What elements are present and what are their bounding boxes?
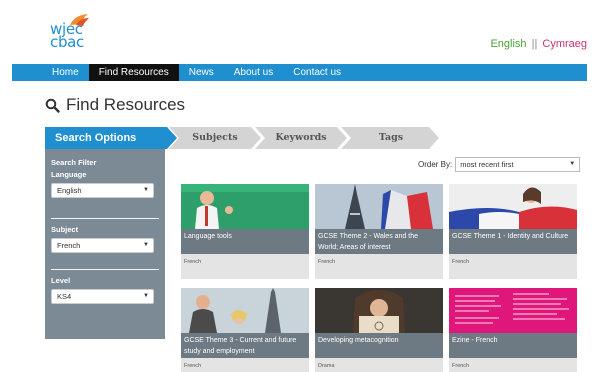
resource-card[interactable]: Developing metacognition Drama	[315, 288, 443, 372]
card-subject: French	[181, 358, 309, 372]
step-subjects[interactable]: Subjects	[169, 127, 261, 149]
order-by: Order By: most recent first ▼	[418, 157, 581, 172]
card-thumbnail	[315, 184, 443, 229]
nav-home[interactable]: Home	[42, 64, 89, 81]
card-thumbnail	[181, 184, 309, 229]
card-thumbnail	[181, 288, 309, 333]
card-title: Ezine - French	[449, 333, 577, 358]
step-keywords[interactable]: Keywords	[255, 127, 347, 149]
nav-news[interactable]: News	[179, 64, 224, 81]
level-label: Level	[51, 276, 71, 285]
card-thumbnail	[449, 184, 577, 229]
card-title: Developing metacognition	[315, 333, 443, 358]
chevron-down-icon: ▼	[143, 242, 149, 248]
chevron-down-icon: ▼	[143, 293, 149, 299]
card-thumbnail	[449, 288, 577, 333]
search-steps: Search Options Subjects Keywords Tags	[45, 127, 445, 149]
card-title: Language tools	[181, 229, 309, 254]
card-title: GCSE Theme 2 - Wales and the World; Area…	[315, 229, 443, 254]
card-subject: French	[449, 358, 577, 372]
subject-select-value: French	[57, 241, 81, 250]
resource-card[interactable]: Language tools French	[181, 184, 309, 279]
level-select-value: KS4	[57, 292, 72, 301]
card-subject: French	[449, 254, 577, 279]
language-label: Language	[51, 170, 87, 179]
resource-card[interactable]: GCSE Theme 2 - Wales and the World; Area…	[315, 184, 443, 279]
chevron-down-icon: ▼	[569, 161, 576, 167]
resource-card[interactable]: GCSE Theme 3 - Current and future study …	[181, 288, 309, 372]
step-tags[interactable]: Tags	[341, 127, 439, 149]
page: wjec cbac English || Cymraeg Home Find R…	[0, 0, 599, 372]
card-thumbnail	[315, 288, 443, 333]
nav-about-us[interactable]: About us	[224, 64, 283, 81]
main-nav: Home Find Resources News About us Contac…	[12, 64, 587, 81]
card-title: GCSE Theme 1 - Identity and Culture	[449, 229, 577, 254]
step-search-options[interactable]: Search Options	[45, 127, 177, 149]
subject-label: Subject	[51, 225, 79, 234]
card-subject: Drama	[315, 358, 443, 372]
order-by-value: most recent first	[460, 160, 514, 169]
language-switch: English || Cymraeg	[490, 38, 587, 50]
order-by-select[interactable]: most recent first ▼	[455, 157, 581, 172]
logo-line-2: cbac	[50, 33, 85, 51]
welsh-link[interactable]: Cymraeg	[542, 38, 587, 50]
nav-contact-us[interactable]: Contact us	[283, 64, 351, 81]
card-title: GCSE Theme 3 - Current and future study …	[181, 333, 309, 358]
language-separator: ||	[531, 38, 538, 50]
language-select-value: English	[57, 186, 82, 195]
wjec-logo[interactable]: wjec cbac	[50, 13, 100, 57]
subject-select[interactable]: French ▼	[51, 238, 154, 253]
logo-text: wjec cbac	[50, 22, 85, 51]
language-select[interactable]: English ▼	[51, 183, 154, 198]
divider	[51, 269, 159, 270]
resource-card[interactable]: GCSE Theme 1 - Identity and Culture Fren…	[449, 184, 577, 279]
chevron-down-icon: ▼	[143, 187, 149, 193]
level-select[interactable]: KS4 ▼	[51, 289, 154, 304]
search-filter-heading: Search Filter	[51, 158, 97, 167]
page-title: Find Resources	[45, 95, 185, 115]
divider	[51, 218, 159, 219]
page-title-text: Find Resources	[66, 95, 186, 114]
order-by-label: Order By:	[418, 160, 453, 169]
search-icon	[45, 98, 60, 113]
nav-find-resources[interactable]: Find Resources	[88, 64, 179, 81]
card-subject: French	[315, 254, 443, 279]
card-subject: French	[181, 254, 309, 279]
search-filter-sidebar: Search Filter Language English ▼ Subject…	[45, 149, 165, 339]
english-link[interactable]: English	[490, 38, 526, 50]
resource-card[interactable]: Ezine - French French	[449, 288, 577, 372]
